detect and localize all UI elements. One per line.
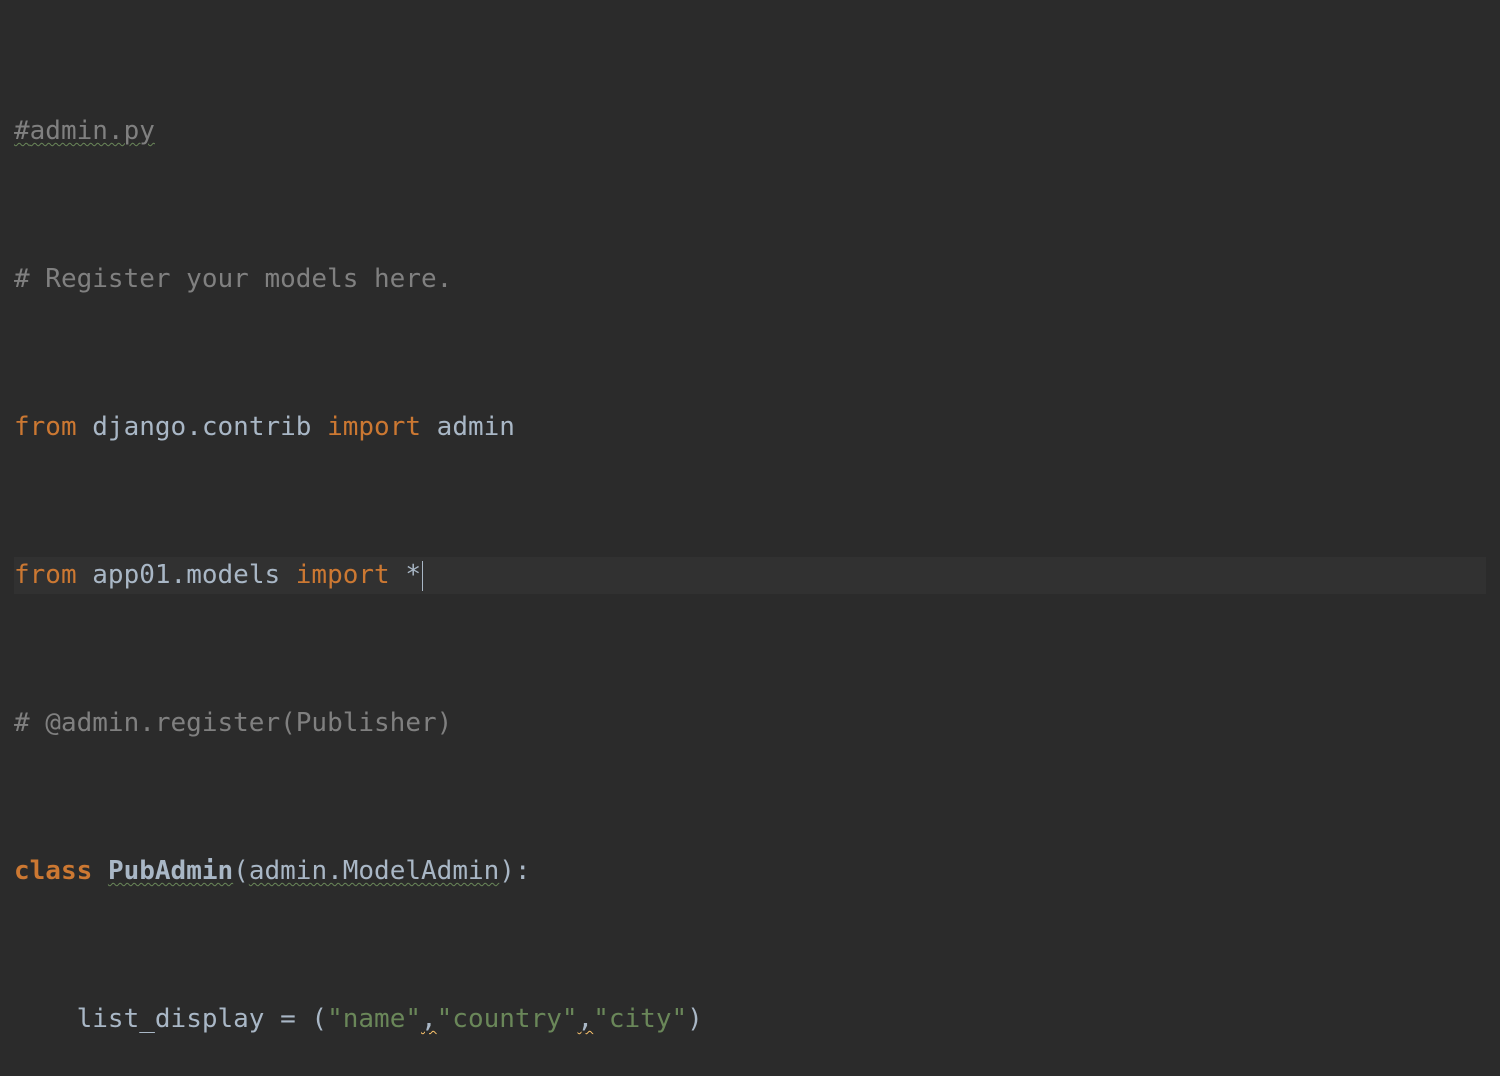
comment-text: admin.py xyxy=(30,116,155,146)
module-name: app01.models xyxy=(92,560,280,590)
comment-hash: # xyxy=(14,116,30,146)
code-line[interactable]: list_display = ("name","country","city") xyxy=(14,1001,1486,1038)
comment-text: # @admin.register(Publisher) xyxy=(14,708,452,738)
text-cursor xyxy=(422,561,423,591)
import-name: admin xyxy=(437,412,515,442)
comma: , xyxy=(578,1004,594,1034)
comma: , xyxy=(421,1004,437,1034)
code-line-current[interactable]: from app01.models import * xyxy=(14,557,1486,594)
code-line[interactable]: # @admin.register(Publisher) xyxy=(14,705,1486,742)
keyword-import: import xyxy=(327,412,421,442)
code-line[interactable]: #admin.py xyxy=(14,113,1486,150)
identifier: list_display = ( xyxy=(77,1004,327,1034)
code-line[interactable]: # Register your models here. xyxy=(14,261,1486,298)
string: "city" xyxy=(593,1004,687,1034)
module-name: django.contrib xyxy=(92,412,311,442)
punc: ( xyxy=(233,856,249,886)
string: "country" xyxy=(437,1004,578,1034)
import-star: * xyxy=(405,560,421,590)
code-line[interactable]: from django.contrib import admin xyxy=(14,409,1486,446)
keyword-from: from xyxy=(14,560,77,590)
keyword-class: class xyxy=(14,856,92,886)
comment-text: # Register your models here. xyxy=(14,264,452,294)
string: "name" xyxy=(327,1004,421,1034)
punc: ) xyxy=(687,1004,703,1034)
punc: ): xyxy=(499,856,530,886)
keyword-import: import xyxy=(296,560,390,590)
base-class: admin.ModelAdmin xyxy=(249,856,499,886)
class-name: PubAdmin xyxy=(108,856,233,886)
code-editor[interactable]: #admin.py # Register your models here. f… xyxy=(0,0,1500,1076)
keyword-from: from xyxy=(14,412,77,442)
indent xyxy=(14,1004,77,1034)
code-line[interactable]: class PubAdmin(admin.ModelAdmin): xyxy=(14,853,1486,890)
